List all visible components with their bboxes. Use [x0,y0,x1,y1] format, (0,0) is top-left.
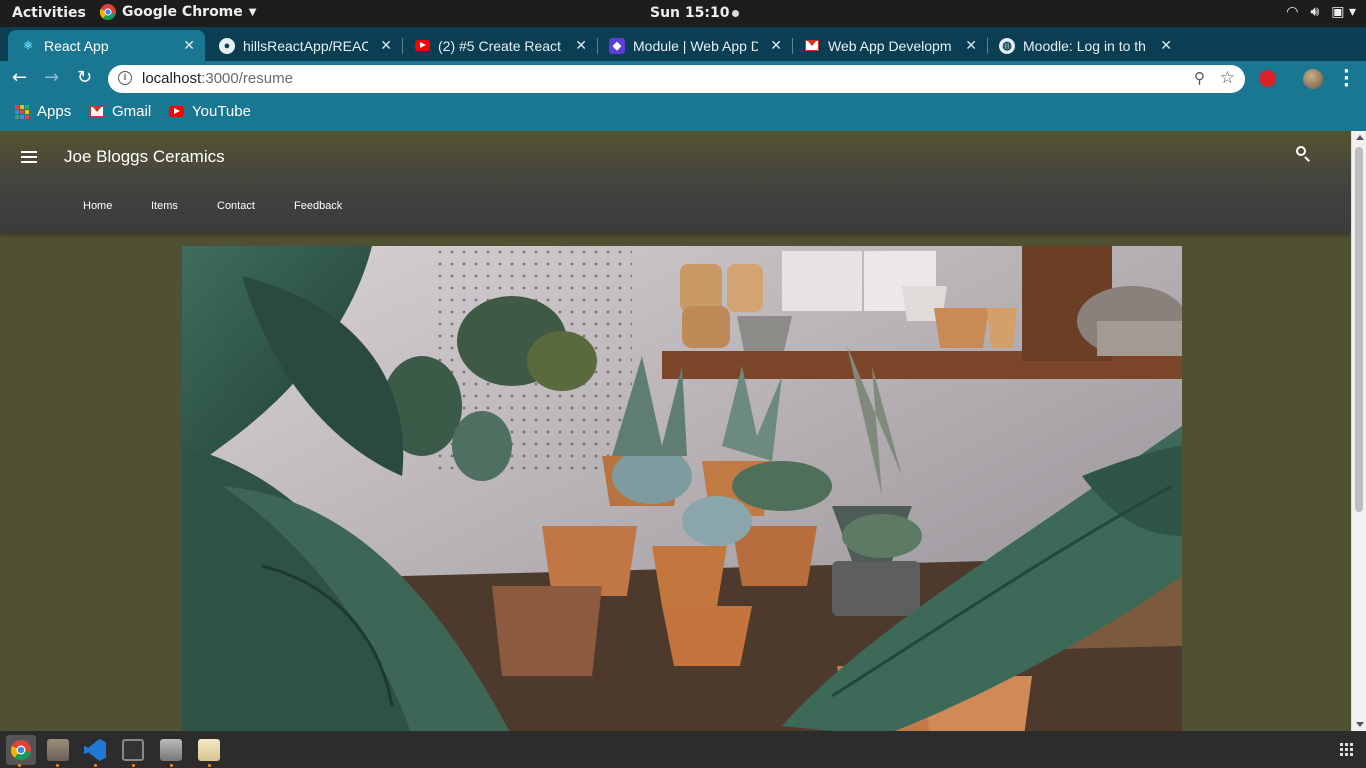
bookmark-label: Apps [37,103,72,120]
page-scrollbar[interactable] [1351,131,1366,731]
tab-title: React App [44,37,109,54]
tab-module[interactable]: ◆ Module | Web App D ✕ [597,30,793,61]
tab-title: Moodle: Log in to th [1023,37,1146,54]
notification-dot-icon [732,9,740,17]
browser-toolbar: ← → ↻ i localhost:3000/resume ⚲ ☆ · · · [0,61,1366,97]
bookmark-apps[interactable]: Apps [15,103,71,120]
bookmarks-bar: Apps Gmail YouTube [0,97,1366,131]
wifi-icon: ◠ [1286,4,1299,20]
chevron-down-icon: ▼ [248,6,257,18]
address-bar[interactable]: i localhost:3000/resume ⚲ ☆ [108,65,1245,93]
globe-icon: ◍ [999,37,1015,54]
tab-title: Module | Web App D [633,37,758,54]
extension-icon[interactable] [1259,70,1276,87]
tab-title: Web App Developm [828,37,952,54]
bookmark-label: Gmail [112,103,152,120]
chrome-icon[interactable] [6,735,36,765]
app-menu-label: Google Chrome [122,4,243,20]
forward-arrow-icon[interactable]: → [44,67,59,88]
gmail-icon [804,38,820,54]
tab-react-app[interactable]: ⚛ React App ✕ [8,30,205,61]
react-icon: ⚛ [23,40,33,52]
system-status-menu[interactable]: ◠ 🔊︎ ▣ ▾ [1286,4,1356,20]
tab-moodle[interactable]: ◍ Moodle: Log in to th ✕ [987,30,1182,61]
url-path: :3000/resume [201,70,293,87]
site-header: Joe Bloggs Ceramics Home Items Contact F… [0,131,1351,233]
reload-icon[interactable]: ↻ [77,67,92,88]
tab-strip: ⚛ React App ✕ ● hillsReactApp/REAC ✕ (2)… [0,27,1366,85]
youtube-icon [414,38,430,54]
running-indicator [94,764,97,767]
running-indicator [170,764,173,767]
chrome-icon [100,4,116,20]
tab-github[interactable]: ● hillsReactApp/REAC ✕ [207,30,403,61]
close-tab-icon[interactable]: ✕ [575,37,587,54]
back-arrow-icon[interactable]: ← [12,67,27,88]
close-tab-icon[interactable]: ✕ [965,37,977,54]
close-tab-icon[interactable]: ✕ [183,37,195,54]
url-host: localhost [142,70,202,87]
hero-image [182,246,1182,731]
tab-title: hillsReactApp/REAC [243,37,368,54]
nav-items[interactable]: Items [151,200,178,212]
nav-feedback[interactable]: Feedback [294,200,342,212]
running-indicator [208,764,211,767]
bookmark-label: YouTube [192,103,251,120]
running-indicator [132,764,135,767]
youtube-icon [169,106,184,117]
scroll-down-icon[interactable] [1356,722,1364,727]
files-icon[interactable] [47,739,69,761]
scroll-up-icon[interactable] [1356,135,1364,140]
module-icon: ◆ [609,37,625,54]
plants-photo [182,246,1182,731]
clock-label: Sun 15:10 [650,5,730,21]
show-applications-icon[interactable] [1340,743,1353,756]
volume-icon: 🔊︎ [1310,4,1320,20]
scrollbar-thumb[interactable] [1355,147,1363,512]
battery-icon: ▣ ▾ [1331,4,1356,20]
close-tab-icon[interactable]: ✕ [770,37,782,54]
github-icon: ● [219,37,235,54]
more-menu-icon[interactable]: · · · [1343,63,1350,95]
bookmark-star-icon[interactable]: ☆ [1220,68,1235,88]
app-menu[interactable]: Google Chrome ▼ [100,4,256,20]
zoom-icon[interactable]: ⚲ [1194,69,1205,87]
tab-youtube[interactable]: (2) #5 Create React ✕ [402,30,598,61]
running-indicator [18,764,21,767]
printer-icon[interactable] [160,739,182,761]
taskbar [0,731,1366,768]
gmail-icon [90,106,104,117]
text-editor-icon[interactable] [198,739,220,761]
tab-title: (2) #5 Create React [438,37,561,54]
nav-contact[interactable]: Contact [217,200,255,212]
clock[interactable]: Sun 15:10 [650,5,740,21]
bookmark-youtube[interactable]: YouTube [169,103,251,120]
vscode-icon[interactable] [84,739,106,761]
apps-grid-icon [15,104,29,119]
site-title: Joe Bloggs Ceramics [64,147,225,166]
close-tab-icon[interactable]: ✕ [380,37,392,54]
tab-gmail[interactable]: Web App Developm ✕ [792,30,988,61]
running-indicator [56,764,59,767]
terminal-icon[interactable] [122,739,144,761]
profile-avatar[interactable] [1303,69,1323,89]
menu-icon[interactable] [21,151,37,166]
page-viewport: Joe Bloggs Ceramics Home Items Contact F… [0,131,1366,731]
close-tab-icon[interactable]: ✕ [1160,37,1172,54]
activities-button[interactable]: Activities [12,5,86,21]
bookmark-gmail[interactable]: Gmail [90,103,151,120]
search-icon[interactable] [1296,146,1314,164]
nav-home[interactable]: Home [83,200,112,212]
url-text[interactable]: localhost:3000/resume [142,70,293,87]
site-info-icon[interactable]: i [118,71,132,85]
system-top-bar: Activities Google Chrome ▼ Sun 15:10 ◠ 🔊… [0,0,1366,27]
